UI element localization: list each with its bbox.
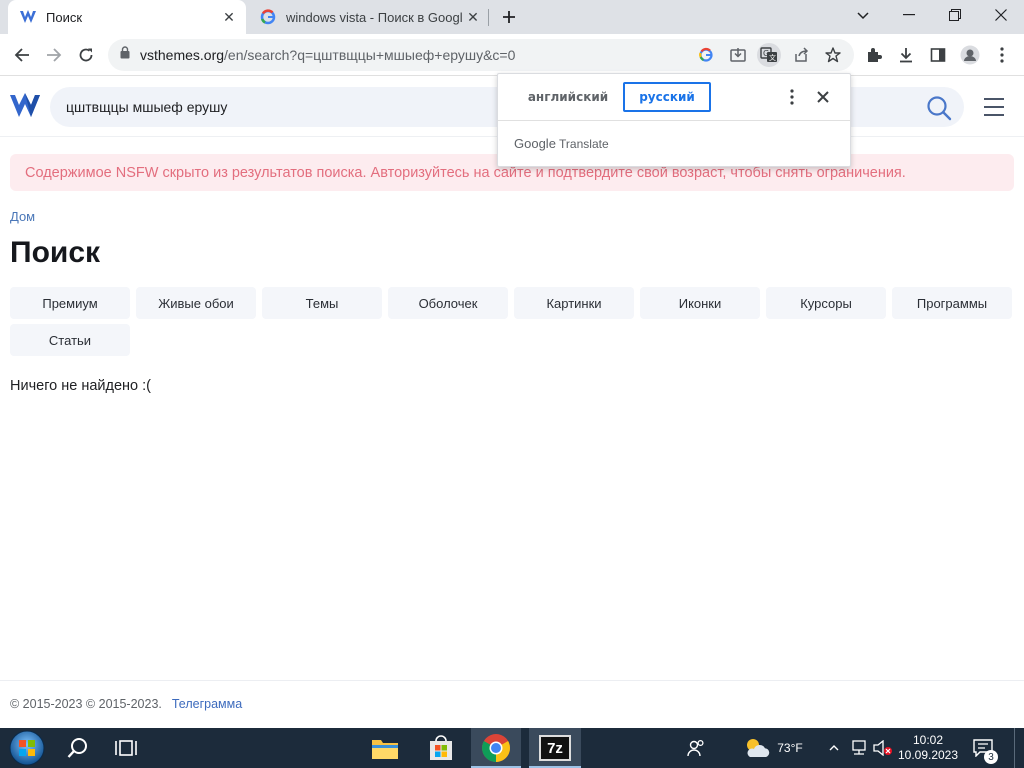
file-explorer-icon[interactable] xyxy=(362,728,408,768)
more-options-icon[interactable] xyxy=(782,86,802,108)
tab-close-icon[interactable]: ✕ xyxy=(462,6,484,28)
address-bar[interactable]: vsthemes.org/en/search?q=цштвщцы+мшыеф+е… xyxy=(108,39,854,71)
site-search-value: цштвщцы мшыеф ерушу xyxy=(66,99,228,115)
url-host: vsthemes.org xyxy=(140,47,225,63)
tray-overflow-chevron-icon[interactable] xyxy=(826,728,842,768)
footer-telegram-link[interactable]: Телеграмма xyxy=(172,697,242,711)
restore-button[interactable] xyxy=(932,0,978,30)
google-favicon-icon xyxy=(260,9,276,25)
taskbar-search-icon[interactable] xyxy=(56,728,100,768)
tab-title: windows vista - Поиск в Google xyxy=(286,9,462,25)
chrome-menu-icon[interactable] xyxy=(988,41,1016,69)
google-translate-brand: Google Translate xyxy=(514,136,609,151)
profile-avatar[interactable] xyxy=(956,41,984,69)
window-controls xyxy=(886,0,1024,30)
reload-button[interactable] xyxy=(72,41,100,69)
brand-translate: Translate xyxy=(559,137,609,151)
back-button[interactable] xyxy=(8,41,36,69)
tab-search-dropdown-icon[interactable] xyxy=(852,5,874,27)
category-themes[interactable]: Темы xyxy=(262,287,382,319)
breadcrumb-home[interactable]: Дом xyxy=(10,209,35,224)
people-icon[interactable] xyxy=(682,728,710,768)
browser-toolbar: vsthemes.org/en/search?q=цштвщцы+мшыеф+е… xyxy=(0,34,1024,76)
category-shells[interactable]: Оболочек xyxy=(388,287,508,319)
bookmark-star-icon[interactable] xyxy=(821,43,845,67)
url-path: /en/search?q=цштвщцы+мшыеф+ерушу&c=0 xyxy=(224,47,516,63)
target-language-tab[interactable]: русский xyxy=(623,82,711,112)
translate-icon[interactable]: G文 xyxy=(757,43,781,67)
tab-title: Поиск xyxy=(46,9,83,25)
tab-strip: Поиск ✕ windows vista - Поиск в Google ✕ xyxy=(0,0,1024,34)
start-button[interactable] xyxy=(4,728,50,768)
tab-close-icon[interactable]: ✕ xyxy=(218,6,240,28)
forward-button[interactable] xyxy=(40,41,68,69)
search-icon[interactable] xyxy=(926,95,952,121)
category-premium[interactable]: Премиум xyxy=(10,287,130,319)
tab-search[interactable]: Поиск ✕ xyxy=(8,0,246,34)
page-title: Поиск xyxy=(10,236,101,269)
footer-divider xyxy=(0,680,1024,681)
google-lens-icon[interactable] xyxy=(694,43,718,67)
show-desktop-button[interactable] xyxy=(1014,728,1024,768)
network-icon[interactable] xyxy=(848,728,870,768)
minimize-button[interactable] xyxy=(886,0,932,30)
share-icon[interactable] xyxy=(789,43,813,67)
translate-popup: английский русский Google Translate xyxy=(497,73,851,167)
weather-icon[interactable] xyxy=(740,728,774,768)
windows-taskbar: 7z 73°F 10:02 10.09.2023 3 xyxy=(0,728,1024,768)
downloads-icon[interactable] xyxy=(892,41,920,69)
chrome-taskbar-icon[interactable] xyxy=(471,728,521,768)
vsthemes-logo-icon[interactable] xyxy=(10,93,40,119)
url-text: vsthemes.org/en/search?q=цштвщцы+мшыеф+е… xyxy=(140,47,515,63)
svg-text:文: 文 xyxy=(769,53,776,62)
hamburger-menu-icon[interactable] xyxy=(983,97,1005,117)
category-programs[interactable]: Программы xyxy=(892,287,1012,319)
close-icon[interactable] xyxy=(812,86,834,108)
source-language-tab[interactable]: английский xyxy=(514,82,622,112)
popup-divider xyxy=(498,120,850,121)
volume-muted-icon[interactable] xyxy=(872,728,894,768)
brand-google: Google xyxy=(514,136,556,151)
no-results-message: Ничего не найдено :( xyxy=(10,378,152,394)
category-articles[interactable]: Статьи xyxy=(10,324,130,356)
notification-count-badge: 3 xyxy=(984,750,998,764)
tab-google[interactable]: windows vista - Поиск в Google ✕ xyxy=(250,0,490,34)
clock-time: 10:02 xyxy=(912,733,944,747)
category-cursors[interactable]: Курсоры xyxy=(766,287,886,319)
microsoft-store-icon[interactable] xyxy=(418,728,464,768)
seven-zip-label: 7z xyxy=(539,735,571,761)
new-tab-button[interactable] xyxy=(498,6,520,28)
vsthemes-favicon-icon xyxy=(20,9,36,25)
action-center-icon[interactable]: 3 xyxy=(966,728,1000,768)
seven-zip-taskbar-icon[interactable]: 7z xyxy=(529,728,581,768)
side-panel-icon[interactable] xyxy=(924,41,952,69)
category-live-wallpapers[interactable]: Живые обои xyxy=(136,287,256,319)
site-footer: © 2015-2023 © 2015-2023. Телеграмма xyxy=(10,697,242,711)
extensions-icon[interactable] xyxy=(860,41,888,69)
tab-separator xyxy=(488,9,489,26)
task-view-icon[interactable] xyxy=(104,728,148,768)
category-icons[interactable]: Иконки xyxy=(640,287,760,319)
install-app-icon[interactable] xyxy=(726,43,750,67)
category-pictures[interactable]: Картинки xyxy=(514,287,634,319)
footer-copyright: © 2015-2023 © 2015-2023. xyxy=(10,697,162,711)
close-window-button[interactable] xyxy=(978,0,1024,30)
weather-temperature[interactable]: 73°F xyxy=(772,728,808,768)
clock-date: 10.09.2023 xyxy=(897,748,959,762)
lock-icon[interactable] xyxy=(120,46,130,64)
clock[interactable]: 10:02 10.09.2023 xyxy=(896,728,960,768)
